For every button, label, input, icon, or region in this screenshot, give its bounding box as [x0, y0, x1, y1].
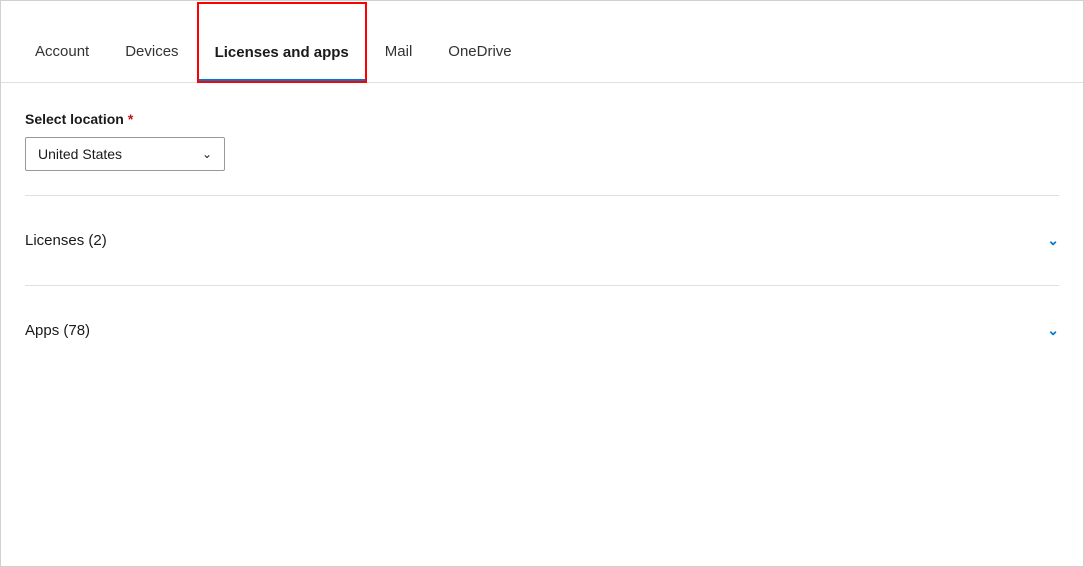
tab-mail[interactable]: Mail	[367, 1, 431, 82]
tab-mail-underline	[367, 80, 431, 82]
main-container: Account Devices Licenses and apps Mail O…	[0, 0, 1084, 567]
tab-onedrive[interactable]: OneDrive	[430, 1, 529, 82]
chevron-down-icon: ⌄	[202, 147, 212, 161]
tab-bar: Account Devices Licenses and apps Mail O…	[1, 1, 1083, 83]
select-location-text: Select location	[25, 111, 124, 127]
tab-account[interactable]: Account	[17, 1, 107, 82]
tab-licenses-and-apps-underline	[199, 79, 365, 81]
licenses-section[interactable]: Licenses (2) ⌄	[25, 220, 1059, 261]
location-dropdown[interactable]: United States ⌄	[25, 137, 225, 171]
tab-devices-underline	[107, 80, 196, 82]
content-area: Select location * United States ⌄ Licens…	[1, 83, 1083, 566]
chevron-apps-icon: ⌄	[1047, 322, 1059, 339]
tab-account-underline	[17, 80, 107, 82]
tab-licenses-and-apps[interactable]: Licenses and apps	[197, 2, 367, 83]
tab-devices[interactable]: Devices	[107, 1, 196, 82]
divider-1	[25, 195, 1059, 196]
divider-2	[25, 285, 1059, 286]
apps-section-title: Apps (78)	[25, 322, 90, 339]
required-star: *	[128, 111, 133, 127]
select-location-label: Select location *	[25, 111, 1059, 127]
apps-section[interactable]: Apps (78) ⌄	[25, 310, 1059, 351]
licenses-section-title: Licenses (2)	[25, 232, 107, 249]
tab-onedrive-underline	[430, 80, 529, 82]
location-value: United States	[38, 146, 122, 162]
chevron-licenses-icon: ⌄	[1047, 232, 1059, 249]
